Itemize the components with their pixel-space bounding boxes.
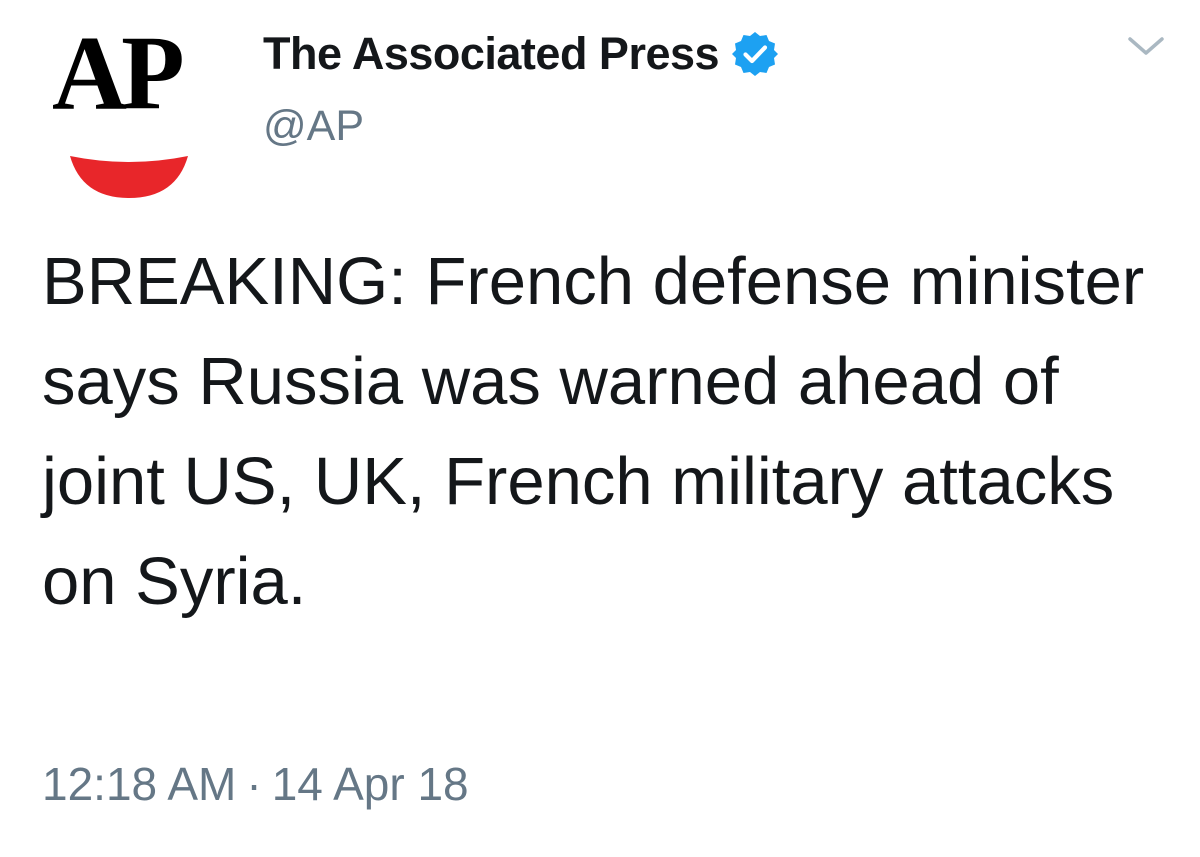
tweet-timestamp[interactable]: 12:18 AM · 14 Apr 18 <box>42 757 469 811</box>
tweet-card: AP The Associated Press @AP BREAKING: Fr… <box>0 0 1200 857</box>
avatar[interactable]: AP <box>48 20 208 198</box>
timestamp-separator: · <box>246 758 262 810</box>
account-handle[interactable]: @AP <box>263 102 364 151</box>
ap-logo-swoosh <box>70 156 188 198</box>
verified-badge-icon <box>732 32 779 76</box>
tweet-text: BREAKING: French defense minister says R… <box>42 244 1145 619</box>
tweet-date: 14 Apr 18 <box>271 758 469 810</box>
ap-logo-text: AP <box>52 14 185 133</box>
chevron-down-icon[interactable] <box>1126 34 1166 58</box>
name-row: The Associated Press <box>263 26 779 82</box>
display-name[interactable]: The Associated Press <box>263 28 720 80</box>
tweet-time: 12:18 AM <box>42 758 237 810</box>
